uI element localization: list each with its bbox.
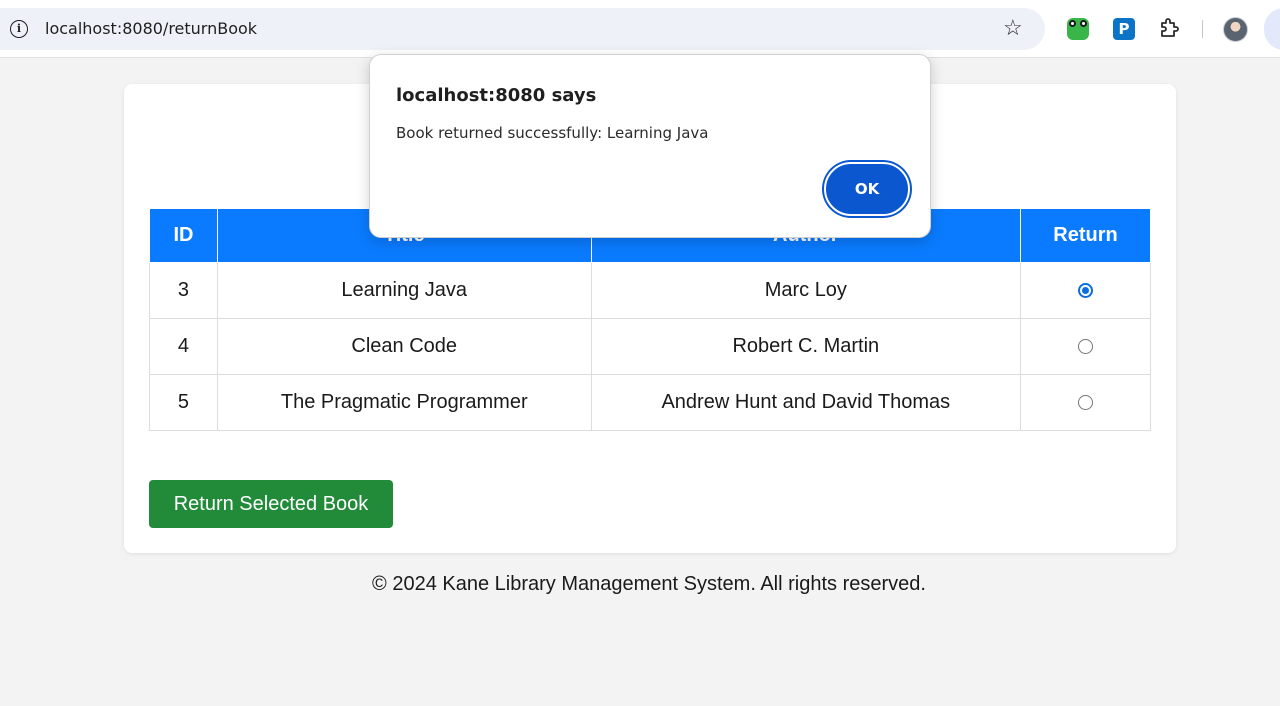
cell-return	[1020, 318, 1151, 375]
footer-copyright: © 2024 Kane Library Management System. A…	[372, 573, 926, 595]
cell-author: Marc Loy	[590, 262, 1022, 319]
alert-title: localhost:8080 says	[396, 85, 597, 106]
cell-return	[1020, 262, 1151, 319]
frog-extension-icon[interactable]	[1067, 18, 1089, 40]
bookmark-star-icon[interactable]: ☆	[1003, 14, 1023, 42]
table-row: 4 Clean Code Robert C. Martin	[149, 318, 1151, 375]
return-radio[interactable]	[1078, 283, 1094, 299]
p-extension-icon[interactable]: P	[1113, 18, 1135, 40]
profile-avatar[interactable]	[1223, 17, 1248, 42]
url-text[interactable]: localhost:8080/returnBook	[45, 19, 257, 38]
cell-id: 5	[149, 374, 218, 431]
cell-title: The Pragmatic Programmer	[216, 374, 592, 431]
address-bar[interactable]: i localhost:8080/returnBook ☆	[0, 8, 1045, 50]
return-radio[interactable]	[1078, 339, 1094, 355]
site-info-icon[interactable]: i	[10, 20, 28, 38]
browser-toolbar: i localhost:8080/returnBook ☆ P	[0, 0, 1280, 58]
cell-title: Learning Java	[216, 262, 592, 319]
cell-title: Clean Code	[216, 318, 592, 375]
table-row: 3 Learning Java Marc Loy	[149, 262, 1151, 319]
cell-author: Andrew Hunt and David Thomas	[590, 374, 1022, 431]
alert-ok-button[interactable]: OK	[824, 162, 910, 216]
toolbar-divider	[1202, 20, 1203, 38]
cell-id: 4	[149, 318, 218, 375]
side-panel-button[interactable]	[1264, 8, 1280, 50]
return-selected-book-button[interactable]: Return Selected Book	[149, 480, 393, 528]
alert-dialog: localhost:8080 says Book returned succes…	[369, 54, 931, 238]
cell-author: Robert C. Martin	[590, 318, 1022, 375]
header-id: ID	[149, 208, 218, 263]
cell-return	[1020, 374, 1151, 431]
cell-id: 3	[149, 262, 218, 319]
alert-message: Book returned successfully: Learning Jav…	[396, 124, 709, 142]
extensions-puzzle-icon[interactable]	[1158, 16, 1182, 40]
books-table: ID Title Author Return 3 Learning Java M…	[149, 208, 1151, 431]
return-radio[interactable]	[1078, 395, 1094, 411]
header-return: Return	[1020, 208, 1151, 263]
table-row: 5 The Pragmatic Programmer Andrew Hunt a…	[149, 374, 1151, 431]
